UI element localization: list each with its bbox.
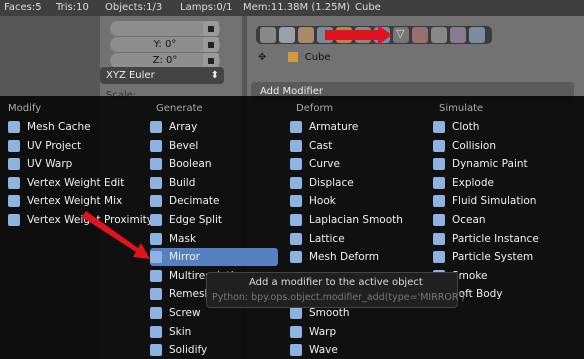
- arrow-to-mirror: [82, 211, 150, 259]
- annotation-arrows: [82, 25, 392, 259]
- arrow-to-modifier-tab: [325, 25, 392, 45]
